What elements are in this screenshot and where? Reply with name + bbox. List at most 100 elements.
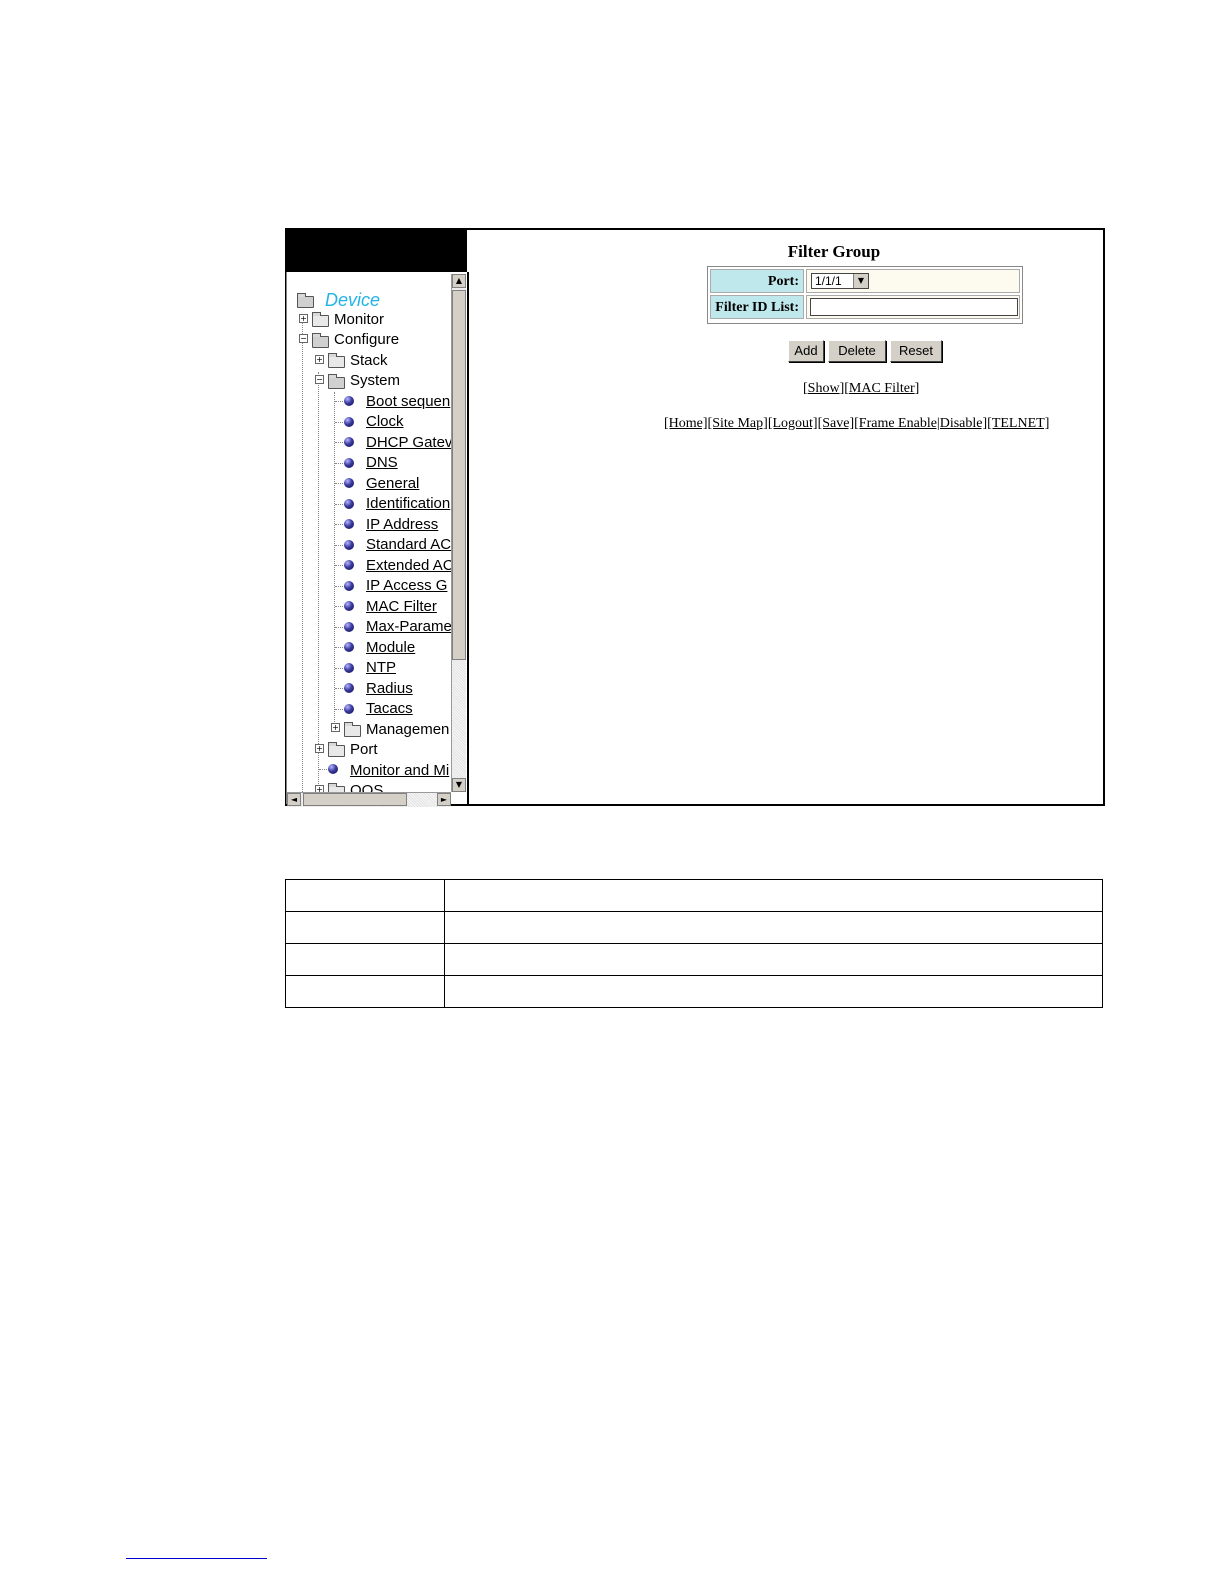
nav-item-management[interactable]: Managemen bbox=[366, 721, 449, 739]
nav-tree-panel: Device + Monitor − Configure + Stack − S… bbox=[287, 272, 469, 804]
save-link[interactable]: [Save] bbox=[818, 416, 855, 431]
expand-plus-icon[interactable]: + bbox=[315, 355, 324, 364]
folder-icon bbox=[312, 312, 329, 327]
page-bullet-icon bbox=[344, 601, 354, 611]
folder-icon bbox=[328, 353, 345, 368]
nav-item-dns[interactable]: DNS bbox=[366, 454, 398, 472]
table-row bbox=[285, 943, 1103, 976]
folder-open-icon bbox=[297, 293, 314, 308]
horizontal-scroll-thumb[interactable] bbox=[303, 793, 407, 806]
nav-item-ntp[interactable]: NTP bbox=[366, 659, 396, 677]
filter-id-list-input[interactable] bbox=[810, 298, 1018, 316]
table-row bbox=[285, 879, 1103, 912]
page-bullet-icon bbox=[344, 458, 354, 468]
expand-plus-icon[interactable]: + bbox=[299, 314, 308, 323]
page-bullet-icon bbox=[344, 417, 354, 427]
nav-item-stack[interactable]: Stack bbox=[350, 352, 388, 370]
reset-button[interactable]: Reset bbox=[890, 340, 942, 362]
telnet-link[interactable]: [TELNET] bbox=[987, 416, 1049, 431]
expand-plus-icon[interactable]: + bbox=[331, 723, 340, 732]
table-cell bbox=[444, 911, 1103, 944]
nav-item-system[interactable]: System bbox=[350, 372, 400, 390]
nav-item-ip-access-group[interactable]: IP Access G bbox=[366, 577, 447, 595]
page-bullet-icon bbox=[344, 642, 354, 652]
vertical-scroll-thumb[interactable] bbox=[452, 290, 466, 660]
table-cell bbox=[444, 975, 1103, 1008]
footer-rule bbox=[126, 1558, 267, 1559]
empty-table bbox=[285, 879, 1103, 1008]
port-select[interactable]: 1/1/1 ▼ bbox=[811, 273, 869, 289]
nav-item-port[interactable]: Port bbox=[350, 741, 378, 759]
filter-group-form: Port: 1/1/1 ▼ Filter ID List: bbox=[707, 266, 1023, 324]
mac-filter-link[interactable]: MAC Filter bbox=[849, 381, 915, 396]
nav-item-configure[interactable]: Configure bbox=[334, 331, 399, 349]
nav-item-mac-filter[interactable]: MAC Filter bbox=[366, 598, 437, 616]
scroll-right-arrow-icon[interactable]: ► bbox=[437, 793, 451, 806]
nav-horizontal-scrollbar[interactable]: ◄ ► bbox=[287, 792, 451, 807]
nav-item-monitor[interactable]: Monitor bbox=[334, 311, 384, 329]
scroll-down-arrow-icon[interactable]: ▼ bbox=[452, 778, 466, 792]
nav-vertical-scrollbar[interactable]: ▲ ▼ bbox=[451, 274, 466, 792]
table-cell bbox=[285, 975, 445, 1008]
scroll-up-arrow-icon[interactable]: ▲ bbox=[452, 274, 466, 288]
table-cell bbox=[285, 943, 445, 976]
table-cell bbox=[444, 879, 1103, 912]
expand-plus-icon[interactable]: + bbox=[315, 744, 324, 753]
nav-item-module[interactable]: Module bbox=[366, 639, 415, 657]
tree-line bbox=[302, 322, 303, 792]
nav-item-tacacs[interactable]: Tacacs bbox=[366, 700, 413, 718]
nav-item-radius[interactable]: Radius bbox=[366, 680, 413, 698]
nav-item-boot-sequence[interactable]: Boot sequen bbox=[366, 393, 450, 411]
show-link[interactable]: Show bbox=[808, 381, 840, 396]
scroll-left-arrow-icon[interactable]: ◄ bbox=[287, 793, 301, 806]
page-bullet-icon bbox=[344, 519, 354, 529]
nav-item-clock[interactable]: Clock bbox=[366, 413, 404, 431]
page-bullet-icon bbox=[344, 437, 354, 447]
filter-id-list-label: Filter ID List: bbox=[710, 295, 804, 319]
tree-line bbox=[334, 392, 335, 732]
links-row-footer-nav: [Home][Site Map][Logout][Save][Frame Ena… bbox=[664, 416, 1049, 432]
page-bullet-icon bbox=[344, 663, 354, 673]
page-bullet-icon bbox=[344, 704, 354, 714]
page-bullet-icon bbox=[344, 499, 354, 509]
chevron-down-icon[interactable]: ▼ bbox=[853, 274, 868, 288]
add-button[interactable]: Add bbox=[788, 340, 824, 362]
logout-link[interactable]: [Logout] bbox=[768, 416, 818, 431]
nav-item-dhcp-gateway[interactable]: DHCP Gatev bbox=[366, 434, 452, 452]
page-bullet-icon bbox=[328, 764, 338, 774]
page-bullet-icon bbox=[344, 683, 354, 693]
filter-id-list-cell bbox=[806, 295, 1020, 319]
port-select-value: 1/1/1 bbox=[815, 274, 842, 288]
folder-open-icon bbox=[328, 374, 345, 389]
page-bullet-icon bbox=[344, 581, 354, 591]
table-cell bbox=[444, 943, 1103, 976]
nav-item-identification[interactable]: Identification bbox=[366, 495, 450, 513]
collapse-minus-icon[interactable]: − bbox=[315, 375, 324, 384]
home-link[interactable]: [Home] bbox=[664, 416, 708, 431]
table-cell bbox=[285, 879, 445, 912]
table-cell bbox=[285, 911, 445, 944]
page-bullet-icon bbox=[344, 540, 354, 550]
frame-enable-disable-link[interactable]: [Frame Enable|Disable] bbox=[854, 416, 987, 431]
nav-item-ip-address[interactable]: IP Address bbox=[366, 516, 438, 534]
nav-root-device[interactable]: Device bbox=[325, 291, 380, 309]
table-row bbox=[285, 975, 1103, 1008]
nav-item-monitor-and-mirror[interactable]: Monitor and Mi bbox=[350, 762, 449, 780]
nav-item-standard-acl[interactable]: Standard AC bbox=[366, 536, 451, 554]
content-pane: Filter Group Port: 1/1/1 ▼ Filter ID Lis… bbox=[469, 230, 1103, 804]
page-bullet-icon bbox=[344, 478, 354, 488]
page-bullet-icon bbox=[344, 560, 354, 570]
tree-line bbox=[318, 372, 319, 792]
table-row bbox=[285, 911, 1103, 944]
page-bullet-icon bbox=[344, 396, 354, 406]
nav-item-general[interactable]: General bbox=[366, 475, 419, 493]
nav-item-max-parameter[interactable]: Max-Parame bbox=[366, 618, 452, 636]
page-title: Filter Group bbox=[787, 242, 881, 261]
links-row-show: [Show][MAC Filter] bbox=[803, 381, 920, 396]
nav-item-extended-acl[interactable]: Extended AC bbox=[366, 557, 454, 575]
site-map-link[interactable]: [Site Map] bbox=[708, 416, 768, 431]
collapse-minus-icon[interactable]: − bbox=[299, 334, 308, 343]
page-bullet-icon bbox=[344, 622, 354, 632]
delete-button[interactable]: Delete bbox=[828, 340, 886, 362]
port-label: Port: bbox=[710, 269, 804, 293]
